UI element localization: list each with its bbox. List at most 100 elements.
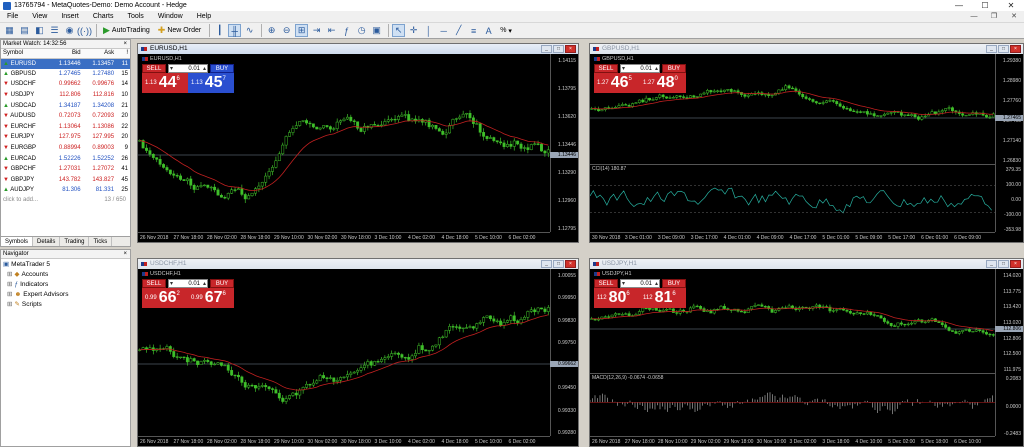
table-row[interactable]: ▼ AUDUSD 0.72073 0.72093 20 bbox=[1, 111, 130, 122]
menu-help[interactable]: Help bbox=[190, 11, 218, 22]
tab-symbols[interactable]: Symbols bbox=[1, 237, 34, 246]
indicator-subwindow[interactable]: MACD(12,26,9) -0.0674 -0.0658 bbox=[590, 373, 995, 436]
cursor-icon[interactable]: ↖ bbox=[392, 24, 406, 37]
text-tool-icon[interactable]: A bbox=[482, 24, 495, 37]
sell-button[interactable]: SELL bbox=[594, 64, 618, 73]
minimize-icon[interactable]: _ bbox=[986, 260, 997, 268]
tree-item-indicators[interactable]: ⊞ ƒ Indicators bbox=[3, 280, 128, 290]
chart-titlebar[interactable]: GBPUSD,H1 _ □ × bbox=[590, 44, 1023, 54]
profiles-icon[interactable]: ▤ bbox=[18, 24, 31, 37]
tile-windows-icon[interactable]: ⊞ bbox=[295, 24, 309, 37]
close-icon[interactable]: × bbox=[1010, 45, 1021, 53]
maximize-icon[interactable]: □ bbox=[998, 45, 1009, 53]
expand-icon[interactable]: ⊞ bbox=[7, 270, 12, 280]
chart-shift-icon[interactable]: ⇤ bbox=[325, 24, 338, 37]
time-axis[interactable]: 30 Nov 2018 3 Dec 01:00 3 Dec 09:00 3 Dec 1… bbox=[590, 232, 995, 242]
table-row[interactable]: ▼ EURGBP 0.88994 0.89003 9 bbox=[1, 143, 130, 154]
buy-button[interactable]: BUY bbox=[210, 64, 234, 73]
chart-plot-area[interactable]: CCI(14) 180.87GBPUSD,H1SELL0.01BUY1.2746… bbox=[590, 54, 1023, 242]
table-row[interactable]: ▲ AUDJPY 81.306 81.331 25 bbox=[1, 185, 130, 196]
vertical-line-icon[interactable]: │ bbox=[422, 24, 435, 37]
chart-plot-area[interactable]: EURUSD,H1SELL0.01BUY1.134461.134571.1411… bbox=[138, 54, 578, 242]
chart-window-usdchf[interactable]: USDCHF,H1_□×USDCHF,H1SELL0.01BUY0.996620… bbox=[137, 258, 579, 447]
table-row[interactable]: ▼ USDJPY 112.806 112.816 10 bbox=[1, 90, 130, 101]
close-icon[interactable]: × bbox=[123, 40, 127, 49]
table-row[interactable]: ▼ GBPCHF 1.27031 1.27072 41 bbox=[1, 164, 130, 175]
tab-details[interactable]: Details bbox=[33, 237, 61, 246]
tree-item-experts[interactable]: ⊞ ☻ Expert Advisors bbox=[3, 290, 128, 300]
maximize-icon[interactable]: □ bbox=[998, 260, 1009, 268]
maximize-icon[interactable]: □ bbox=[553, 260, 564, 268]
time-axis[interactable]: 26 Nov 2018 27 Nov 18:00 28 Nov 02:00 28 No… bbox=[138, 436, 550, 446]
periods-icon[interactable]: ◷ bbox=[355, 24, 368, 37]
chart-window-gbpusd[interactable]: GBPUSD,H1_□×CCI(14) 180.87GBPUSD,H1SELL0… bbox=[589, 43, 1024, 243]
templates-icon[interactable]: ▣ bbox=[370, 24, 383, 37]
new-chart-icon[interactable]: ▦ bbox=[3, 24, 16, 37]
price-axis[interactable]: 1.29380 1.28980 1.27760 1.27465 1.27140 1.268… bbox=[995, 54, 1023, 233]
chart-titlebar[interactable]: EURUSD,H1 _ □ × bbox=[138, 44, 578, 54]
tab-ticks[interactable]: Ticks bbox=[89, 237, 113, 246]
ask-price-box[interactable]: 112 81 6 bbox=[640, 288, 686, 308]
trendline-icon[interactable]: ╱ bbox=[452, 24, 465, 37]
close-icon[interactable]: × bbox=[1010, 260, 1021, 268]
indicators-icon[interactable]: ƒ bbox=[340, 24, 353, 37]
zoom-out-icon[interactable]: ⊖ bbox=[280, 24, 293, 37]
channels-icon[interactable]: ≡ bbox=[467, 24, 480, 37]
autoscroll-icon[interactable]: ⇥ bbox=[310, 24, 323, 37]
chart-window-usdjpy[interactable]: USDJPY,H1 _ □ × MACD(12,26,9) -0.0674 -0.065… bbox=[589, 258, 1024, 447]
buy-button[interactable]: BUY bbox=[210, 279, 234, 288]
new-order-button[interactable]: ✚ New Order bbox=[155, 24, 204, 37]
navigator-icon[interactable]: ☰ bbox=[48, 24, 61, 37]
signals-icon[interactable]: ((·)) bbox=[77, 24, 92, 37]
menu-view[interactable]: View bbox=[25, 11, 54, 22]
price-axis[interactable]: 1.00055 0.99950 0.99830 0.99750 0.99662 0.994… bbox=[550, 269, 578, 436]
maximize-icon[interactable]: ☐ bbox=[972, 0, 998, 11]
table-row[interactable]: ▲ USDCAD 1.34187 1.34208 21 bbox=[1, 100, 130, 111]
volume-input[interactable]: 0.01 bbox=[620, 279, 660, 288]
time-axis[interactable]: 26 Nov 2018 27 Nov 18:00 28 Nov 10:00 29 No… bbox=[590, 436, 995, 446]
crosshair-icon[interactable]: ✛ bbox=[407, 24, 420, 37]
price-axis[interactable]: 114.020 113.775 113.420 113.020 112.806 112.5… bbox=[995, 269, 1023, 437]
ask-price-box[interactable]: 1.13 45 7 bbox=[188, 73, 234, 93]
tree-item-accounts[interactable]: ⊞ ◆ Accounts bbox=[3, 270, 128, 280]
data-window-icon[interactable]: ◉ bbox=[63, 24, 76, 37]
table-row[interactable]: ▼ EURJPY 127.975 127.995 20 bbox=[1, 132, 130, 143]
menu-file[interactable]: File bbox=[0, 11, 25, 22]
buy-button[interactable]: BUY bbox=[662, 64, 686, 73]
buy-button[interactable]: BUY bbox=[662, 279, 686, 288]
table-row[interactable]: ▼ GBPJPY 143.782 143.827 45 bbox=[1, 175, 130, 186]
chart-plot-area[interactable]: USDCHF,H1SELL0.01BUY0.996620.996761.0005… bbox=[138, 269, 578, 446]
expand-icon[interactable]: ⊞ bbox=[7, 290, 12, 300]
menu-insert[interactable]: Insert bbox=[54, 11, 86, 22]
expand-icon[interactable]: ⊞ bbox=[7, 300, 12, 310]
indicator-subwindow[interactable]: CCI(14) 180.87 bbox=[590, 164, 995, 232]
table-row[interactable]: ▼ EURCHF 1.13064 1.13086 22 bbox=[1, 122, 130, 133]
zoom-in-icon[interactable]: ⊕ bbox=[265, 24, 278, 37]
expand-icon[interactable]: ⊞ bbox=[7, 280, 12, 290]
mdi-minimize-icon[interactable]: — bbox=[964, 11, 984, 22]
table-row[interactable]: ▲ GBPUSD 1.27465 1.27480 15 bbox=[1, 69, 130, 80]
close-icon[interactable]: × bbox=[123, 250, 127, 259]
bid-price-box[interactable]: 112 80 6 bbox=[594, 288, 640, 308]
ask-price-box[interactable]: 1.27 48 0 bbox=[640, 73, 686, 93]
add-symbol-row[interactable]: click to add... 13 / 650 bbox=[1, 196, 130, 206]
market-watch-icon[interactable]: ◧ bbox=[33, 24, 46, 37]
minimize-icon[interactable]: _ bbox=[541, 45, 552, 53]
bid-price-box[interactable]: 1.13 44 6 bbox=[142, 73, 188, 93]
volume-input[interactable]: 0.01 bbox=[168, 64, 208, 73]
tree-item-scripts[interactable]: ⊞ ✎ Scripts bbox=[3, 300, 128, 310]
sell-button[interactable]: SELL bbox=[142, 64, 166, 73]
sell-button[interactable]: SELL bbox=[594, 279, 618, 288]
column-ask[interactable]: Ask bbox=[82, 49, 117, 59]
price-axis[interactable]: 1.14115 1.13795 1.13620 1.13446 1.13290 1.129… bbox=[550, 54, 578, 232]
bar-chart-icon[interactable]: ┃ bbox=[213, 24, 226, 37]
candlestick-icon[interactable]: ╫ bbox=[228, 24, 242, 37]
close-icon[interactable]: ✕ bbox=[998, 0, 1024, 11]
table-row[interactable]: ▲ EURUSD 1.13446 1.13457 11 bbox=[1, 58, 130, 69]
line-chart-icon[interactable]: ∿ bbox=[243, 24, 256, 37]
close-icon[interactable]: × bbox=[565, 260, 576, 268]
menu-tools[interactable]: Tools bbox=[120, 11, 150, 22]
sell-button[interactable]: SELL bbox=[142, 279, 166, 288]
bid-price-box[interactable]: 0.99 66 2 bbox=[142, 288, 188, 308]
table-row[interactable]: ▼ USDCHF 0.99662 0.99676 14 bbox=[1, 79, 130, 90]
